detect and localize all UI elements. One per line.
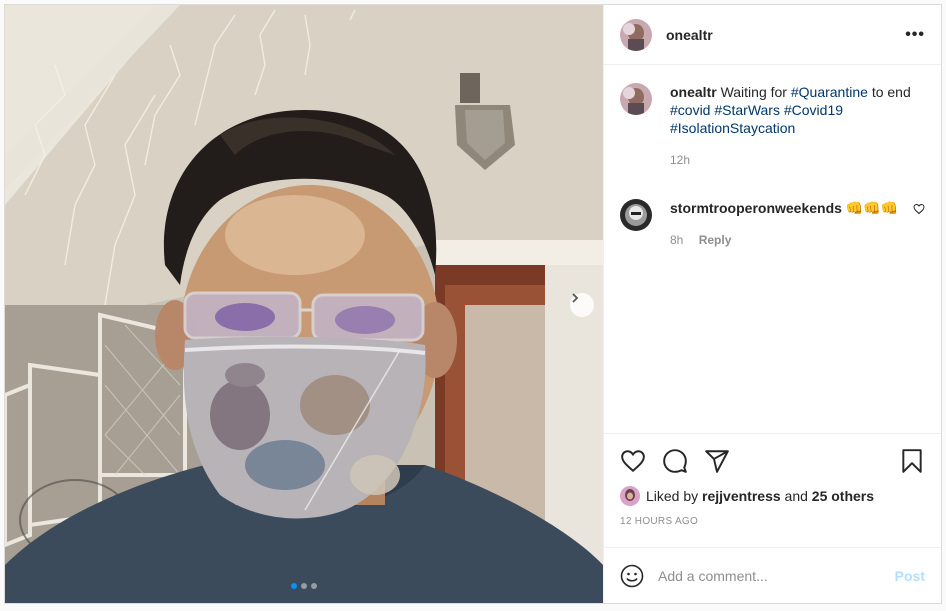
add-comment-bar: Post [604,547,941,603]
author-avatar[interactable] [620,18,652,51]
carousel-dot-2 [301,583,307,589]
more-horizontal-icon[interactable]: ••• [905,26,925,44]
author-username[interactable]: onealtr [666,27,713,43]
likes-middle: and [784,488,808,504]
commenter-username[interactable]: stormtrooperonweekends [670,200,842,216]
caption-avatar[interactable] [620,83,652,115]
selfie-image [5,5,603,603]
carousel-dot-1 [291,583,297,589]
caption-avatar-image [620,83,652,115]
share-direct-icon[interactable] [704,448,730,474]
commenter-avatar-image [620,199,652,231]
comment-row: stormtrooperonweekends 👊👊👊 8h Reply [620,199,925,249]
post-actions: Liked by rejjventress and 25 others 12 H… [604,433,941,547]
comment-bubble-icon[interactable] [662,448,688,474]
caption-text: onealtr Waiting for #Quarantine to end #… [670,83,925,169]
caption-username[interactable]: onealtr [670,84,717,100]
likes-prefix: Liked by [646,488,699,504]
post-photo[interactable] [5,5,603,603]
hashtag-starwars[interactable]: #StarWars [714,102,780,118]
likes-summary: Liked by rejjventress and 25 others [620,486,925,506]
carousel-indicators [5,583,603,589]
comment-age[interactable]: 8h [670,233,683,247]
commenter-avatar[interactable] [620,199,652,231]
emoji-smiley-icon[interactable] [620,564,644,588]
caption-body-2: to end [871,84,911,100]
author-avatar-image [620,18,652,51]
carousel-next-button[interactable] [570,293,594,317]
post-timestamp[interactable]: 12 HOURS AGO [620,516,925,527]
caption-row: onealtr Waiting for #Quarantine to end #… [620,83,925,169]
comment-like-heart-icon[interactable] [913,203,925,215]
carousel-dot-3 [311,583,317,589]
hashtag-quarantine[interactable]: #Quarantine [791,84,868,100]
comment-body: 👊👊👊 [845,200,899,216]
hashtag-covid19[interactable]: #Covid19 [784,102,843,118]
likes-others-link[interactable]: 25 others [812,488,874,504]
hashtag-isolationstaycation[interactable]: #IsolationStaycation [670,120,795,136]
comment-meta: 8h Reply [670,231,905,249]
post-side-panel: onealtr ••• onealtr Waiting for #Quarant… [603,5,941,603]
liker-avatar[interactable] [620,486,640,506]
caption-age[interactable]: 12h [670,151,925,169]
instagram-post: onealtr ••• onealtr Waiting for #Quarant… [4,4,942,604]
reply-button[interactable]: Reply [699,233,732,247]
hashtag-covid[interactable]: #covid [670,102,710,118]
like-heart-icon[interactable] [620,448,646,474]
chevron-right-icon [572,293,579,303]
save-bookmark-icon[interactable] [899,448,925,474]
caption-body: Waiting for [720,84,787,100]
post-header: onealtr ••• [604,5,941,65]
action-icons [620,446,925,476]
liker-avatar-image [620,486,640,506]
liker-username[interactable]: rejjventress [702,488,781,504]
comment-text: stormtrooperonweekends 👊👊👊 8h Reply [670,199,905,249]
add-comment-input[interactable] [658,567,895,584]
comments-section: onealtr Waiting for #Quarantine to end #… [604,65,941,433]
post-comment-button[interactable]: Post [895,568,925,584]
